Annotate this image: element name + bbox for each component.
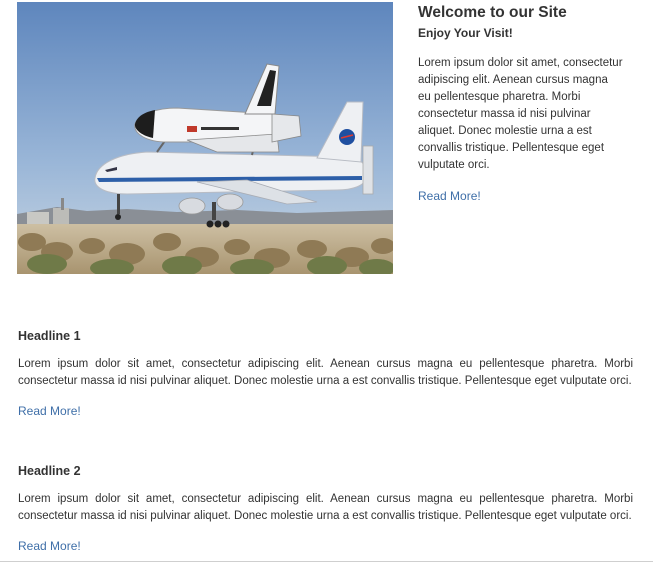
- welcome-title: Welcome to our Site: [418, 4, 567, 21]
- article-1-read-more-link[interactable]: Read More!: [18, 403, 81, 419]
- hero-image: [17, 2, 393, 274]
- welcome-read-more-link[interactable]: Read More!: [418, 188, 481, 204]
- welcome-body: Lorem ipsum dolor sit amet, consectetur …: [418, 57, 623, 171]
- page: Welcome to our Site Enjoy Your Visit! Lo…: [0, 0, 653, 564]
- article-1: Headline 1 Lorem ipsum dolor sit amet, c…: [18, 329, 633, 420]
- article-2-read-more-link[interactable]: Read More!: [18, 538, 81, 554]
- article-headline: Headline 2: [18, 464, 81, 478]
- article-body: Lorem ipsum dolor sit amet, consectetur …: [18, 493, 633, 522]
- page-divider: [0, 561, 653, 562]
- article-headline: Headline 1: [18, 329, 81, 343]
- welcome-subtitle: Enjoy Your Visit!: [418, 26, 513, 40]
- welcome-section: Welcome to our Site Enjoy Your Visit! Lo…: [418, 4, 623, 205]
- article-2: Headline 2 Lorem ipsum dolor sit amet, c…: [18, 464, 633, 555]
- space-shuttle-carrier-photo-icon: [17, 2, 393, 274]
- article-body: Lorem ipsum dolor sit amet, consectetur …: [18, 358, 633, 387]
